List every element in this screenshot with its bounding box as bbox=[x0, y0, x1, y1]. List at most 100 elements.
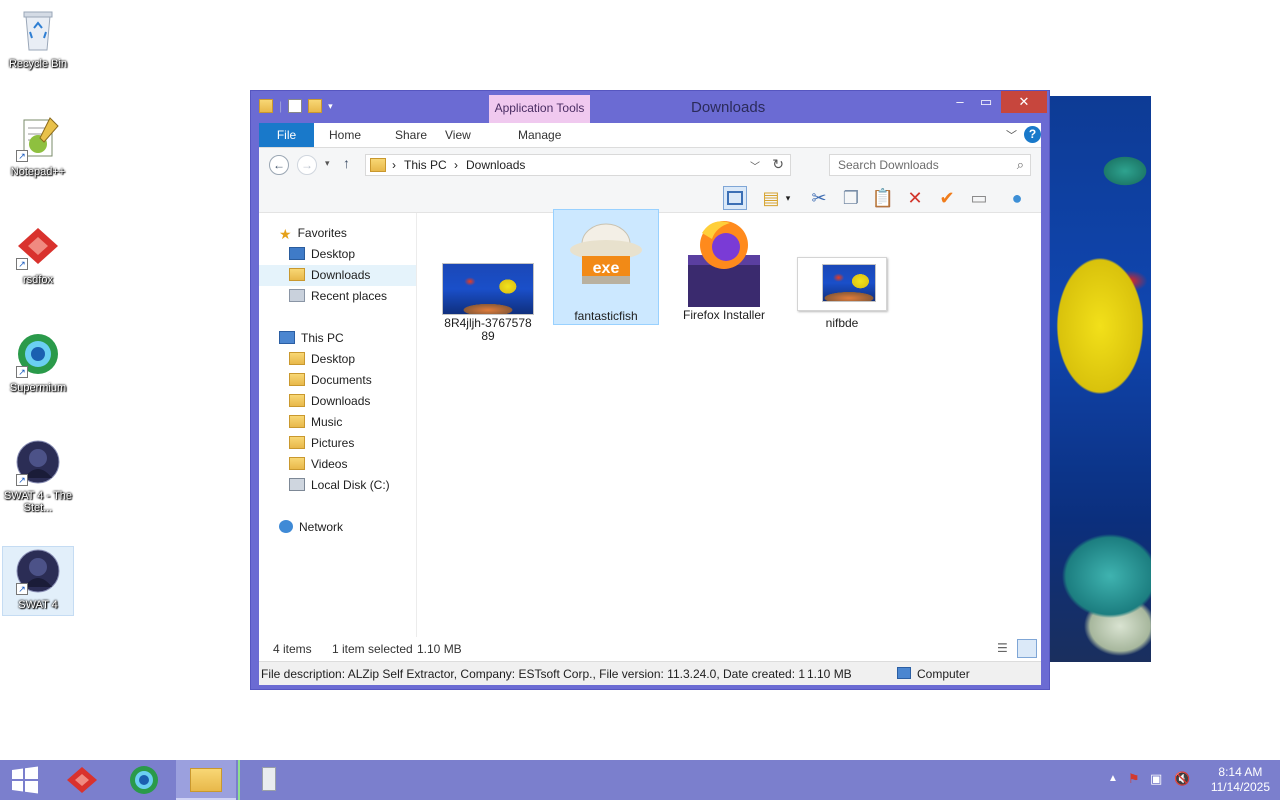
tab-file[interactable]: File bbox=[259, 123, 314, 147]
desktop-icon-label: Recycle Bin bbox=[8, 58, 68, 70]
desktop-icon-swat4[interactable]: ↗ SWAT 4 bbox=[2, 546, 74, 616]
desktop-icon-notepad-plus-plus[interactable]: ↗ Notepad++ bbox=[2, 114, 74, 178]
nav-this-pc-desktop[interactable]: Desktop bbox=[289, 349, 355, 370]
preview-pane-icon[interactable] bbox=[723, 186, 747, 210]
back-button[interactable]: ← bbox=[269, 155, 289, 175]
file-list: 8R4jljh-376757889 exe fantasticfish Fire… bbox=[417, 209, 1041, 637]
tab-home[interactable]: Home bbox=[329, 123, 361, 147]
desktop-icon bbox=[289, 247, 305, 260]
nav-this-pc-pictures[interactable]: Pictures bbox=[289, 433, 354, 454]
network-icon bbox=[279, 520, 293, 533]
application-tools-context-tab: Application Tools bbox=[489, 95, 590, 123]
paste-icon[interactable]: 📋 bbox=[871, 186, 895, 210]
folder-icon[interactable] bbox=[259, 99, 273, 113]
dropdown-arrow-icon[interactable]: ▾ bbox=[783, 186, 793, 210]
supermium-icon bbox=[130, 766, 158, 794]
file-item[interactable]: nifbde bbox=[789, 219, 895, 335]
address-dropdown-icon[interactable]: ﹀ bbox=[750, 158, 760, 173]
action-center-icon[interactable]: ⚑ bbox=[1128, 771, 1140, 787]
minimize-button[interactable]: – bbox=[947, 91, 973, 113]
rsdfox-icon bbox=[67, 767, 97, 793]
large-icons-view-icon[interactable] bbox=[1017, 639, 1037, 658]
taskbar: ▲ ⚑ ▣ 🔇 8:14 AM 11/14/2025 bbox=[0, 760, 1280, 800]
file-explorer-icon bbox=[190, 768, 222, 792]
taskbar-app[interactable] bbox=[238, 760, 298, 800]
nav-favorites[interactable]: ★ Favorites bbox=[279, 223, 347, 244]
desktop-icon-rsdfox[interactable]: ↗ rsdfox bbox=[2, 222, 74, 286]
taskbar-supermium[interactable] bbox=[114, 760, 174, 800]
file-explorer-window[interactable]: | ▾ Application Tools Downloads – ▭ ✕ Fi… bbox=[250, 90, 1050, 690]
folder-icon bbox=[289, 352, 305, 365]
recent-locations-icon[interactable]: ▾ bbox=[325, 158, 330, 169]
maximize-button[interactable]: ▭ bbox=[973, 91, 999, 113]
tab-manage[interactable]: Manage bbox=[518, 123, 561, 147]
share-globe-icon[interactable]: ● bbox=[1005, 186, 1029, 210]
refresh-icon[interactable]: ↻ bbox=[772, 156, 784, 173]
shortcut-arrow-icon: ↗ bbox=[16, 150, 28, 162]
tab-view[interactable]: View bbox=[445, 123, 471, 147]
file-name: fantasticfish bbox=[574, 309, 638, 323]
taskbar-file-explorer[interactable] bbox=[176, 760, 236, 800]
computer-icon bbox=[279, 331, 295, 344]
expand-ribbon-icon[interactable]: ﹀ bbox=[1006, 127, 1017, 143]
tab-share[interactable]: Share bbox=[395, 123, 427, 147]
forward-button[interactable]: → bbox=[297, 155, 317, 175]
desktop-icon-label: Notepad++ bbox=[10, 166, 66, 178]
nav-network[interactable]: Network bbox=[279, 517, 343, 538]
nav-favorites-desktop[interactable]: Desktop bbox=[289, 244, 355, 265]
item-count: 4 items bbox=[273, 642, 312, 656]
search-input[interactable]: Search Downloads ⌕ bbox=[829, 154, 1031, 176]
taskbar-rsdfox[interactable] bbox=[52, 760, 112, 800]
file-item[interactable]: Firefox Installer bbox=[671, 209, 777, 325]
cut-icon[interactable]: ✂ bbox=[807, 186, 831, 210]
file-item[interactable]: 8R4jljh-376757889 bbox=[435, 219, 541, 343]
apply-check-icon[interactable]: ✔ bbox=[935, 186, 959, 210]
desktop-icon-recycle-bin[interactable]: Recycle Bin bbox=[2, 6, 74, 70]
title-bar[interactable]: | ▾ Application Tools Downloads – ▭ ✕ bbox=[251, 91, 1049, 123]
image-thumbnail bbox=[797, 257, 887, 311]
close-button[interactable]: ✕ bbox=[1001, 91, 1047, 113]
nav-this-pc-local-disk[interactable]: Local Disk (C:) bbox=[289, 475, 390, 496]
nav-this-pc-music[interactable]: Music bbox=[289, 412, 342, 433]
properties-icon[interactable]: ▤ bbox=[759, 186, 783, 210]
network-status-icon[interactable]: ▣ bbox=[1150, 771, 1162, 787]
crumb-separator-icon: › bbox=[454, 158, 458, 172]
properties-icon[interactable] bbox=[288, 99, 303, 113]
breadcrumb-downloads[interactable]: Downloads bbox=[466, 158, 525, 172]
computer-icon bbox=[897, 667, 911, 679]
documents-folder-icon bbox=[289, 373, 305, 386]
nav-this-pc[interactable]: This PC bbox=[279, 328, 344, 349]
shortcut-arrow-icon: ↗ bbox=[16, 583, 28, 595]
nav-this-pc-documents[interactable]: Documents bbox=[289, 370, 372, 391]
details-view-icon[interactable]: ☰ bbox=[997, 641, 1015, 657]
downloads-folder-icon bbox=[289, 268, 305, 281]
file-description: File description: ALZip Self Extractor, … bbox=[261, 667, 805, 681]
window-title: Downloads bbox=[691, 99, 766, 116]
volume-muted-icon[interactable]: 🔇 bbox=[1174, 771, 1190, 787]
file-item-selected[interactable]: exe fantasticfish bbox=[553, 209, 659, 325]
clock[interactable]: 8:14 AM 11/14/2025 bbox=[1211, 765, 1270, 795]
address-bar[interactable]: › This PC › Downloads ﹀ ↻ bbox=[365, 154, 791, 176]
breadcrumb-this-pc[interactable]: This PC bbox=[404, 158, 447, 172]
notepad-plus-plus-icon: ↗ bbox=[14, 114, 62, 162]
start-button[interactable] bbox=[0, 760, 50, 800]
help-icon[interactable]: ? bbox=[1024, 126, 1041, 143]
show-hidden-icons-icon[interactable]: ▲ bbox=[1108, 773, 1118, 784]
customize-qat-icon[interactable]: ▾ bbox=[328, 101, 333, 112]
new-folder-icon[interactable] bbox=[308, 99, 323, 113]
desktop-icon-supermium[interactable]: ↗ Supermium bbox=[2, 330, 74, 394]
shortcut-arrow-icon: ↗ bbox=[16, 474, 28, 486]
nav-this-pc-downloads[interactable]: Downloads bbox=[289, 391, 370, 412]
search-placeholder: Search Downloads bbox=[838, 158, 939, 172]
search-icon: ⌕ bbox=[1016, 157, 1024, 172]
desktop-icon-swat4-stetchkov[interactable]: ↗ SWAT 4 - The Stet... bbox=[2, 438, 74, 514]
delete-icon[interactable]: ✕ bbox=[903, 186, 927, 210]
rename-icon[interactable]: ▭ bbox=[967, 186, 991, 210]
up-button[interactable]: ↑ bbox=[343, 155, 350, 171]
navigation-pane: ★ Favorites Desktop Downloads Recent plac… bbox=[259, 213, 417, 637]
copy-icon[interactable]: ❐ bbox=[839, 186, 863, 210]
details-bar: File description: ALZip Self Extractor, … bbox=[259, 661, 1041, 685]
nav-favorites-downloads[interactable]: Downloads bbox=[259, 265, 416, 286]
nav-this-pc-videos[interactable]: Videos bbox=[289, 454, 347, 475]
nav-favorites-recent-places[interactable]: Recent places bbox=[289, 286, 387, 307]
